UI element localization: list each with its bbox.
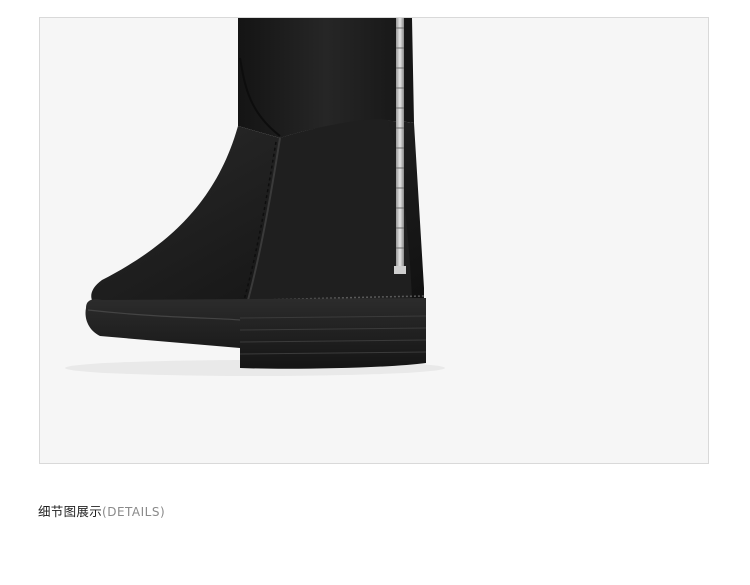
details-caption: 细节图展示(DETAILS): [38, 503, 165, 521]
caption-zh: 细节图展示: [38, 504, 103, 519]
boot-sole: [85, 298, 426, 369]
zipper-stop: [394, 266, 406, 274]
zipper: [396, 18, 404, 270]
boot-illustration: [65, 18, 445, 376]
caption-en: (DETAILS): [102, 505, 166, 519]
product-detail-photo: [39, 17, 709, 464]
